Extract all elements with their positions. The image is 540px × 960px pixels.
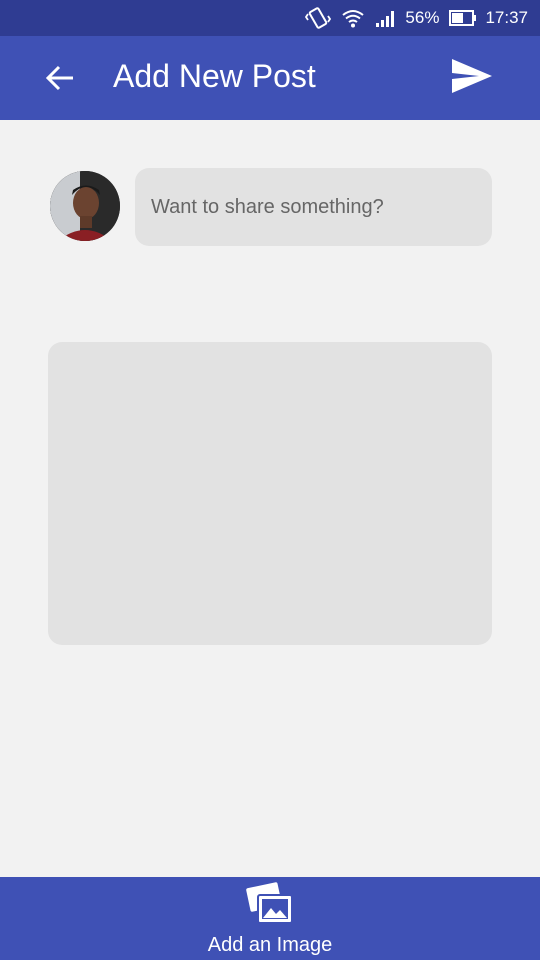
- add-image-button[interactable]: Add an Image: [0, 877, 540, 960]
- signal-icon: [375, 8, 397, 28]
- send-button[interactable]: [448, 56, 496, 100]
- wifi-icon: [341, 7, 365, 29]
- app-bar: Add New Post: [0, 36, 540, 120]
- battery-percent: 56%: [405, 8, 440, 27]
- vibrate-icon: [305, 6, 332, 30]
- post-text-input[interactable]: Want to share something?: [135, 168, 492, 246]
- post-text-placeholder: Want to share something?: [151, 195, 384, 218]
- send-icon: [451, 58, 493, 99]
- clock: 17:37: [485, 8, 528, 27]
- page-title: Add New Post: [113, 58, 316, 94]
- image-icon: [244, 880, 296, 928]
- back-button[interactable]: [40, 60, 80, 100]
- status-bar: 56% 17:37: [0, 0, 540, 36]
- image-preview-area: [48, 342, 492, 645]
- back-arrow-icon: [45, 64, 75, 97]
- add-image-label: Add an Image: [207, 934, 333, 956]
- avatar: [50, 171, 120, 241]
- battery-icon: [449, 9, 477, 27]
